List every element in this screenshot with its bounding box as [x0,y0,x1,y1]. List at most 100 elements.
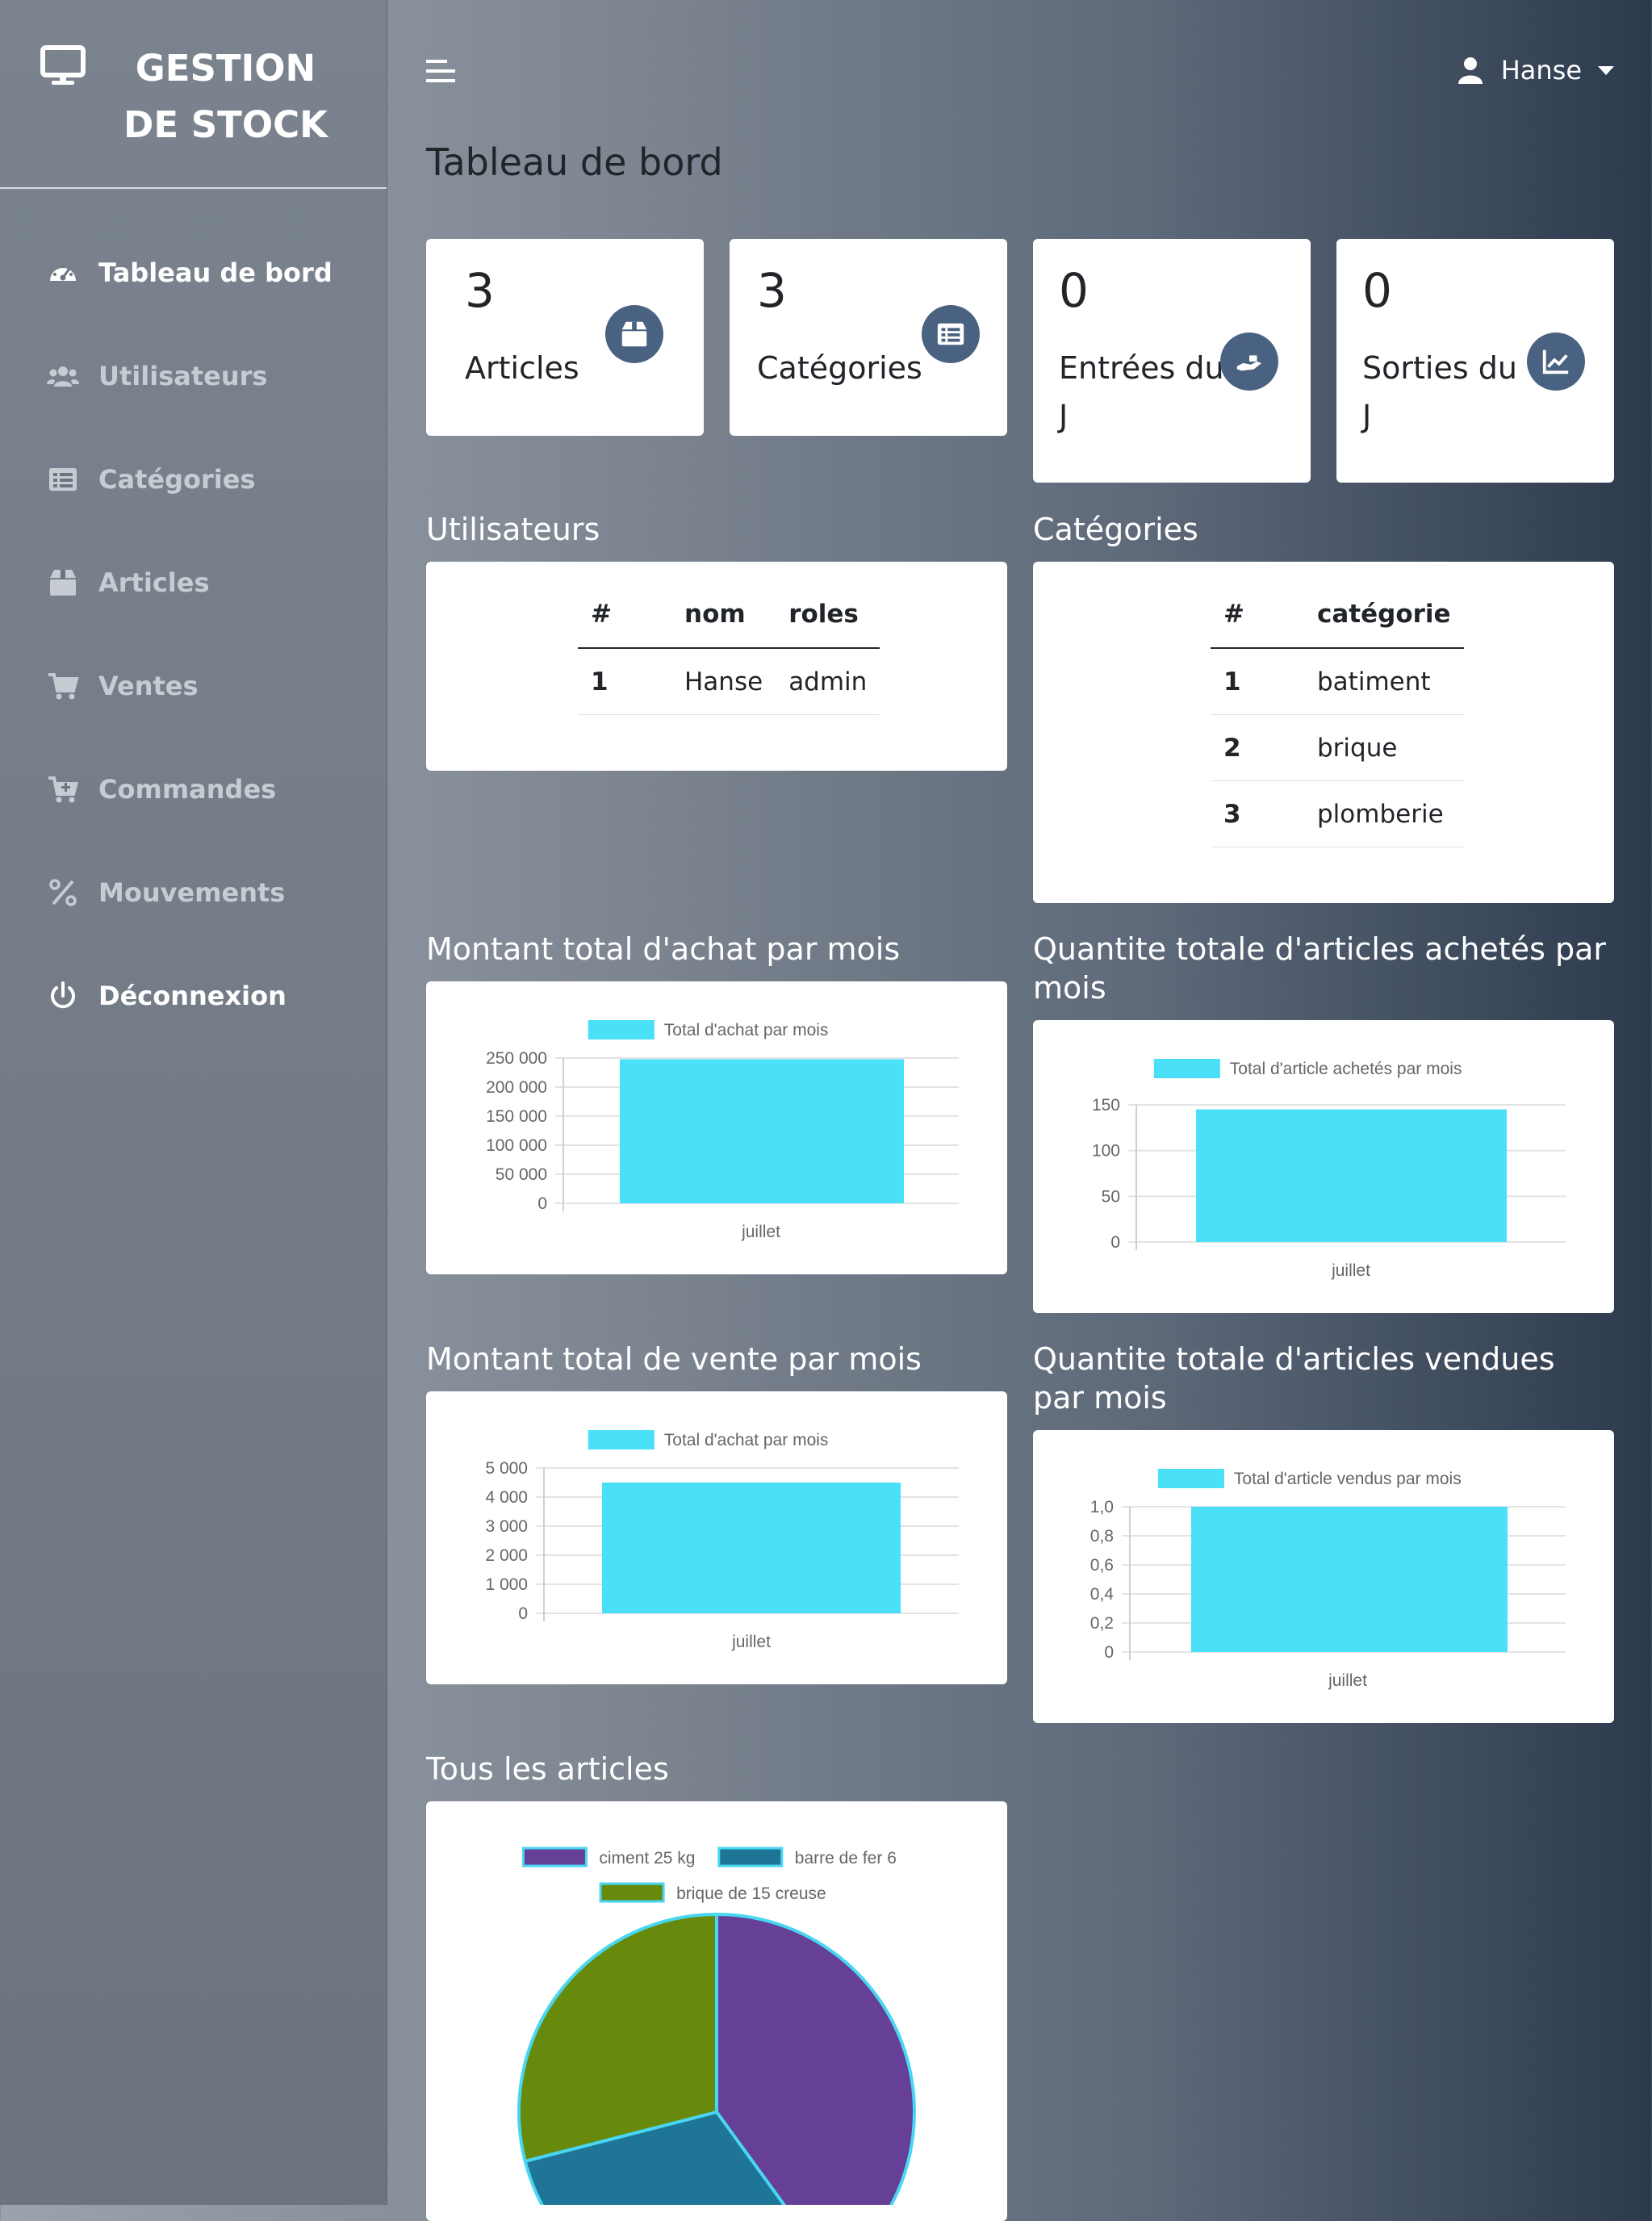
legend-swatch [588,1020,655,1039]
stat-card-categories[interactable]: 3 Catégories [730,239,1007,436]
bar-chart-achat-montant: Total d'achat par mois 250 000 200 000 150 … [486,1020,959,1241]
col-header: catégorie [1304,581,1464,649]
chart-title-vente-quantite: Quantite totale d'articles vendues par m… [1033,1341,1555,1416]
user-icon [1458,57,1483,84]
table-row[interactable]: 1 batiment [1211,648,1464,715]
chart-card-articles: ciment 25 kg barre de fer 6 brique de 15 c… [426,1801,1007,2221]
sidebar-item-label: Commandes [98,774,277,805]
legend-label: Total d'article achetés par mois [1230,1060,1462,1078]
table-header-row: # catégorie [1211,581,1464,649]
desktop-icon [40,45,86,85]
y-tick-label: 4 000 [485,1488,528,1507]
stat-value: 3 [465,263,495,318]
y-tick-label: 0,4 [1090,1585,1115,1604]
sidebar-item-mouvements[interactable]: Mouvements [0,841,387,944]
sidebar-item-ventes[interactable]: Ventes [0,634,387,738]
brand[interactable]: GESTION DE STOCK [0,0,387,189]
sidebar-item-users[interactable]: Utilisateurs [0,324,387,428]
y-tick-label: 100 [1092,1142,1120,1161]
x-tick-label: juillet [1331,1261,1370,1280]
table-cell: 1 [578,648,671,715]
stat-value: 0 [1362,263,1392,318]
categories-section-title: Catégories [1033,512,1198,547]
bar-chart-vente-montant: Total d'achat par mois 5 000 4 000 3 000 2 0… [485,1430,959,1651]
table-cell: 2 [1211,714,1304,781]
legend-label: barre de fer 6 [795,1849,897,1868]
sidebar-item-articles[interactable]: Articles [0,531,387,634]
y-tick-label: 0 [1110,1233,1120,1252]
box-icon [50,570,76,596]
x-tick-label: juillet [1328,1671,1367,1690]
table-cell: Hanse [671,648,776,715]
x-tick-label: juillet [731,1633,771,1651]
sidebar-item-commandes[interactable]: Commandes [0,738,387,841]
box-icon [605,305,663,363]
legend-label: Total d'achat par mois [664,1021,829,1039]
table-cell: admin [776,648,880,715]
y-tick-label: 0 [537,1194,547,1213]
sidebar-item-logout[interactable]: Déconnexion [0,944,387,1048]
users-icon [47,366,79,387]
chart-title-achat-montant: Montant total d'achat par mois [426,931,901,967]
sidebar-item-label: Catégories [98,464,256,495]
y-tick-label: 150 000 [486,1107,547,1126]
sidebar-item-dashboard[interactable]: Tableau de bord [0,221,387,324]
legend-label: brique de 15 creuse [676,1884,826,1903]
legend-label: Total d'article vendus par mois [1234,1470,1462,1488]
sidebar-item-label: Utilisateurs [98,361,268,391]
stat-value: 0 [1059,263,1089,318]
y-tick-label: 1,0 [1090,1498,1114,1516]
stat-card-entrees[interactable]: 0 Entrées du J [1033,239,1311,483]
y-tick-label: 50 [1102,1187,1120,1206]
cart-plus-icon [48,776,78,803]
bar [620,1059,904,1203]
col-header: # [1211,581,1304,649]
col-header: nom [671,581,776,649]
col-header: roles [776,581,880,649]
y-tick-label: 250 000 [486,1049,547,1068]
categories-table: # catégorie 1 batiment 2 brique 3 plomberie [1211,581,1464,847]
legend-swatch [521,1847,588,1868]
table-header-row: # nom roles [578,581,880,649]
y-tick-label: 1 000 [485,1575,528,1594]
user-name: Hanse [1500,55,1582,86]
stat-card-articles[interactable]: 3 Articles [426,239,704,436]
main-content: Hanse Tableau de bord [426,0,1614,184]
sidebar: GESTION DE STOCK Tableau de bord Utilisa… [0,0,387,2205]
chart-title-articles: Tous les articles [426,1751,669,1787]
legend-swatch [717,1847,784,1868]
y-tick-label: 0,2 [1090,1614,1114,1633]
y-tick-label: 5 000 [485,1459,528,1478]
y-tick-label: 150 [1092,1096,1120,1115]
bar-chart-vente-quantite: Total d'article vendus par mois 1,0 0,8 0,6… [1090,1469,1566,1690]
legend-label: Total d'achat par mois [664,1431,829,1449]
chart-card-vente-quantite: Total d'article vendus par mois 1,0 0,8 0,6… [1033,1430,1614,1723]
stat-value: 3 [757,263,787,318]
bar [1191,1507,1508,1652]
chevron-down-icon [1598,65,1614,75]
table-cell: 3 [1211,780,1304,847]
y-tick-label: 0,6 [1090,1556,1114,1575]
table-cell: plomberie [1304,780,1464,847]
chart-title-vente-montant: Montant total de vente par mois [426,1341,922,1377]
menu-toggle-icon[interactable] [426,56,458,86]
sidebar-item-categories[interactable]: Catégories [0,428,387,531]
chart-card-achat-montant: Total d'achat par mois 250 000 200 000 150 … [426,981,1007,1274]
table-row[interactable]: 3 plomberie [1211,780,1464,847]
legend-swatch [599,1882,665,1903]
sidebar-item-label: Déconnexion [98,981,286,1011]
table-row[interactable]: 2 brique [1211,714,1464,781]
hand-icon [1220,333,1278,391]
sidebar-nav: Tableau de bord Utilisateurs Catégories … [0,221,387,1048]
user-menu[interactable]: Hanse [1458,55,1614,86]
power-icon [51,981,75,1009]
stat-card-sorties[interactable]: 0 Sorties du J [1336,239,1614,483]
table-row[interactable]: 1 Hanse admin [578,648,880,715]
chart-card-achat-quantite: Total d'article achetés par mois 150 100 50… [1033,1020,1614,1313]
legend-label: ciment 25 kg [599,1849,695,1868]
topbar: Hanse [426,0,1614,137]
brand-title: GESTION DE STOCK [123,47,328,146]
stat-label: Entrées du J [1059,350,1224,434]
legend-swatch [588,1430,655,1449]
table-cell: 1 [1211,648,1304,715]
